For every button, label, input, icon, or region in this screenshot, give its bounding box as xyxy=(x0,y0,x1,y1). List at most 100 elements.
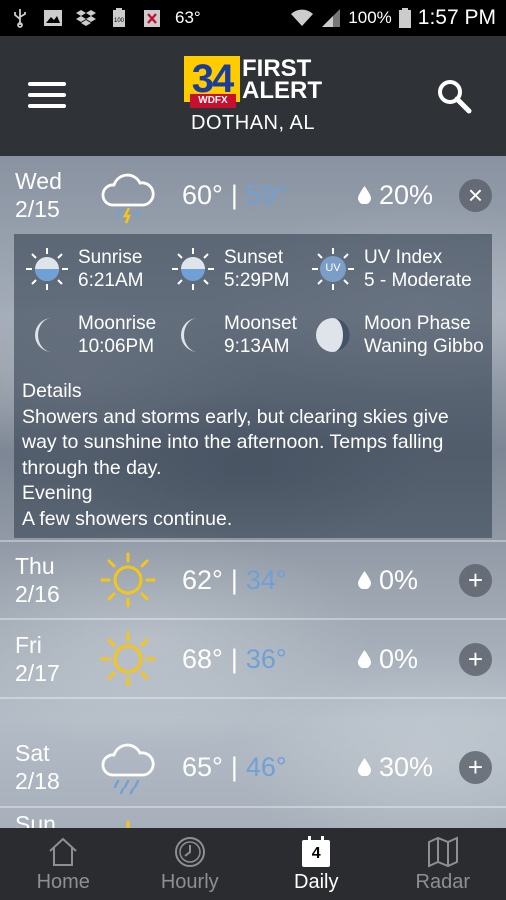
low-temp: 34° xyxy=(245,564,287,595)
temp-separator: | xyxy=(230,179,238,210)
daily-row-expanded[interactable]: Wed 2/15 60° | 59° 20% × xyxy=(0,156,506,234)
details-heading: Details xyxy=(22,380,82,402)
no-sim-icon xyxy=(144,10,160,27)
precip-value: 0% xyxy=(379,564,419,595)
sunset-icon xyxy=(172,248,214,290)
precipitation-chance: 0% xyxy=(358,565,418,596)
day-date: Sat 2/18 xyxy=(15,739,60,795)
daily-row-partial[interactable]: Sun xyxy=(0,808,506,828)
clock-icon xyxy=(174,836,205,867)
day-date: Wed 2/15 xyxy=(15,167,62,223)
status-bar: 100 63° 100% 1:57 PM xyxy=(0,0,506,36)
moonset-label: Moonset xyxy=(224,313,297,334)
temperature-range: 60° | 59° xyxy=(182,180,287,211)
sunrise-label: Sunrise xyxy=(78,247,143,268)
signal-icon xyxy=(322,9,341,27)
high-temp: 62° xyxy=(182,564,223,595)
moon-phase-item: Moon Phase Waning Gibbo xyxy=(310,312,490,358)
sun-icon xyxy=(126,820,130,828)
logo-text: FIRST ALERT xyxy=(242,57,322,104)
precipitation-chance: 0% xyxy=(358,644,418,675)
status-temperature: 63° xyxy=(175,8,201,27)
low-temp: 36° xyxy=(245,643,287,674)
moon-phase-value: Waning Gibbo xyxy=(364,336,484,357)
dropbox-icon xyxy=(76,10,96,26)
moonrise-item: Moonrise 10:06PM xyxy=(24,312,156,358)
bottom-navigation: Home Hourly 4 Daily Radar xyxy=(0,828,506,900)
high-temp: 68° xyxy=(182,643,223,674)
daily-row[interactable]: Thu 2/16 62° | 34° 0% + xyxy=(0,541,506,619)
moon-phase-label: Moon Phase xyxy=(364,313,471,334)
moonrise-value: 10:06PM xyxy=(78,336,155,357)
nav-home-label: Home xyxy=(36,870,90,893)
day-date-value: 2/17 xyxy=(15,660,60,686)
day-date: Thu 2/16 xyxy=(15,552,60,608)
daily-row[interactable]: Fri 2/17 68° | 36° 0% + xyxy=(0,620,506,698)
precip-value: 30% xyxy=(379,751,434,782)
low-temp: 59° xyxy=(245,179,287,210)
expand-button[interactable]: + xyxy=(459,642,492,676)
expand-button[interactable]: + xyxy=(459,750,492,784)
temperature-range: 62° | 34° xyxy=(182,565,287,596)
calendar-day-number: 4 xyxy=(311,844,321,862)
temperature-range: 68° | 36° xyxy=(182,644,287,675)
waning-gibbous-moon-icon xyxy=(316,318,350,352)
image-icon xyxy=(44,10,62,26)
evening-heading: Evening xyxy=(22,482,93,504)
sunset-value: 5:29PM xyxy=(224,270,290,291)
temp-separator: | xyxy=(230,643,238,674)
uv-index-label: UV Index xyxy=(364,247,443,268)
sun-icon xyxy=(100,631,156,687)
forecast-details: Details Showers and storms early, but cl… xyxy=(22,379,486,532)
battery-icon xyxy=(398,8,411,28)
crescent-moon-icon xyxy=(35,318,52,352)
expand-button[interactable]: + xyxy=(459,563,492,597)
day-date: Fri 2/17 xyxy=(15,631,60,687)
day-date-value: 2/16 xyxy=(15,581,60,607)
moonrise-label: Moonrise xyxy=(78,313,157,334)
daily-row[interactable]: Sat 2/18 65° | 46° 30% + xyxy=(0,728,506,806)
station-logo: 34 WDFX FIRST ALERT xyxy=(184,56,324,108)
uv-index-value: 5 - Moderate xyxy=(364,270,472,291)
nav-hourly-label: Hourly xyxy=(160,870,219,893)
precipitation-chance: 30% xyxy=(358,752,433,783)
hamburger-menu-icon[interactable] xyxy=(28,82,66,112)
details-text: Showers and storms early, but clearing s… xyxy=(22,405,449,479)
map-icon xyxy=(427,835,458,868)
raindrop-icon xyxy=(358,758,371,776)
usb-icon xyxy=(14,9,26,28)
status-battery-percent: 100% xyxy=(348,8,392,27)
thunderstorm-cloud-icon xyxy=(101,173,155,224)
nav-daily-label: Daily xyxy=(294,870,339,893)
day-name: Wed xyxy=(15,168,62,194)
logo-callsign: WDFX xyxy=(190,94,236,108)
day-date-value: 2/18 xyxy=(15,768,60,794)
nav-daily[interactable]: 4 Daily xyxy=(253,828,380,900)
nav-radar-label: Radar xyxy=(415,870,470,893)
sunset-label: Sunset xyxy=(224,247,284,268)
calendar-icon: 4 xyxy=(299,835,333,869)
location-label: DOTHAN, AL xyxy=(191,112,315,134)
nav-home[interactable]: Home xyxy=(0,828,127,900)
uv-icon-text: UV xyxy=(325,262,341,274)
svg-text:100: 100 xyxy=(114,18,125,24)
nav-hourly[interactable]: Hourly xyxy=(127,828,254,900)
sun-icon xyxy=(100,552,156,608)
wifi-icon xyxy=(291,9,314,26)
raindrop-icon xyxy=(358,186,371,204)
status-time: 1:57 PM xyxy=(417,6,496,29)
sunrise-icon xyxy=(26,248,68,290)
high-temp: 65° xyxy=(182,751,223,782)
high-temp: 60° xyxy=(182,179,223,210)
raindrop-icon xyxy=(358,571,371,589)
nav-radar[interactable]: Radar xyxy=(380,828,506,900)
collapse-button[interactable]: × xyxy=(459,178,492,212)
temp-separator: | xyxy=(230,751,238,782)
day-name: Sat xyxy=(15,740,50,766)
precip-value: 20% xyxy=(379,179,434,210)
evening-text: A few showers continue. xyxy=(22,507,233,530)
search-icon[interactable] xyxy=(436,78,472,114)
battery-100-icon: 100 xyxy=(113,8,125,27)
logo-line-alert: ALERT xyxy=(242,77,322,104)
day-date-value: 2/15 xyxy=(15,196,60,222)
